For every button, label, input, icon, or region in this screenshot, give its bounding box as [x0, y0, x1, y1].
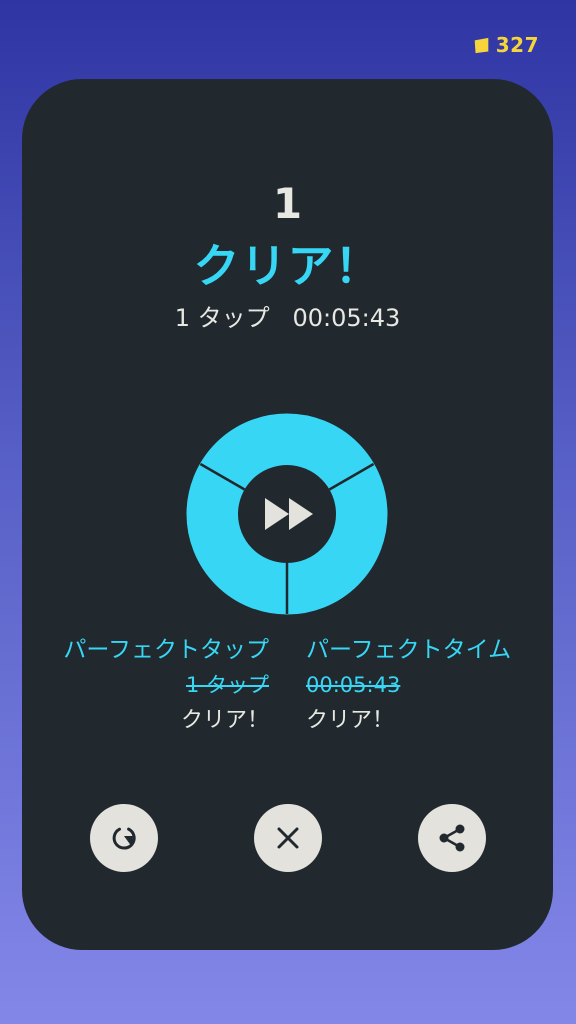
- clear-title: クリア！: [193, 239, 382, 293]
- perfect-tap-status: クリア！: [180, 708, 269, 733]
- next-level-dial[interactable]: [185, 412, 389, 616]
- coin-icon: [474, 37, 489, 53]
- perfect-time-value: 00:05:43: [306, 673, 401, 697]
- perfect-results: パーフェクトタップ 1 タップ クリア！ パーフェクトタイム 00:05:43 …: [22, 632, 553, 742]
- close-icon: [277, 827, 299, 849]
- perfect-time-heading: パーフェクトタイム: [306, 637, 512, 663]
- result-summary: 1 タップ 00:05:43: [174, 304, 401, 332]
- result-card: 1 クリア！ 1 タップ 00:05:43 パーフェクトタップ 1 タップ クリ…: [22, 79, 553, 950]
- retry-icon: [112, 827, 136, 850]
- perfect-time-column: パーフェクトタイム 00:05:43 クリア！: [306, 632, 546, 740]
- retry-button[interactable]: [90, 804, 158, 872]
- perfect-tap-column: パーフェクトタップ 1 タップ クリア！: [29, 632, 269, 740]
- coin-counter: 327: [473, 33, 539, 57]
- share-icon: [439, 824, 465, 852]
- perfect-tap-heading: パーフェクトタップ: [63, 637, 269, 663]
- share-button[interactable]: [418, 804, 486, 872]
- perfect-tap-value: 1 タップ: [185, 673, 269, 697]
- perfect-time-status: クリア！: [306, 708, 395, 733]
- level-number: 1: [272, 179, 303, 228]
- segmented-ring[interactable]: [185, 412, 389, 616]
- coin-count: 327: [495, 33, 539, 57]
- close-button[interactable]: [254, 804, 322, 872]
